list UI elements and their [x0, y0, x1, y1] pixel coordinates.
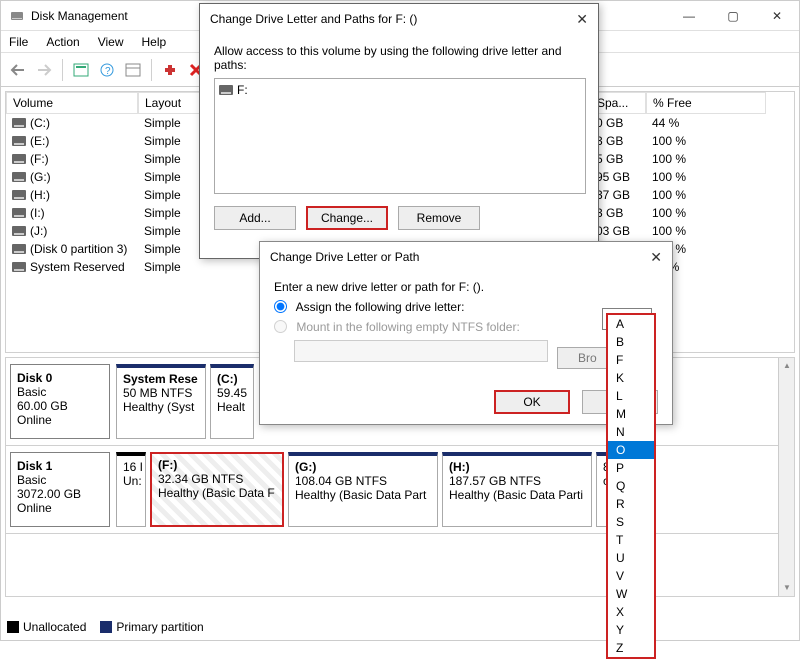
dropdown-item[interactable]: X	[608, 603, 654, 621]
drive-icon	[12, 118, 26, 128]
drive-letter-dropdown[interactable]: ABFKLMNOPQRSTUVWXYZ	[606, 313, 656, 659]
remove-button[interactable]: Remove	[398, 206, 480, 230]
change-paths-dialog: Change Drive Letter and Paths for F: () …	[199, 3, 599, 259]
forward-button[interactable]	[33, 59, 55, 81]
svg-text:?: ?	[105, 66, 111, 77]
scroll-down-icon[interactable]: ▼	[779, 580, 795, 596]
partition-f[interactable]: (F:) 32.34 GB NTFS Healthy (Basic Data F	[150, 452, 284, 527]
drive-icon	[12, 226, 26, 236]
close-button[interactable]: ✕	[755, 1, 799, 31]
back-button[interactable]	[7, 59, 29, 81]
drive-icon	[12, 136, 26, 146]
dialog-message: Allow access to this volume by using the…	[214, 44, 584, 72]
paths-listbox[interactable]: F:	[214, 78, 586, 194]
dialog-title: Change Drive Letter or Path	[270, 250, 419, 264]
drive-icon	[12, 262, 26, 272]
properties-icon[interactable]	[122, 59, 144, 81]
dropdown-item[interactable]: F	[608, 351, 654, 369]
add-button[interactable]: Add...	[214, 206, 296, 230]
drive-icon	[12, 190, 26, 200]
drive-icon	[12, 208, 26, 218]
partition-system-reserved[interactable]: System Rese 50 MB NTFS Healthy (Syst	[116, 364, 206, 439]
help-icon[interactable]: ?	[96, 59, 118, 81]
ok-button[interactable]: OK	[494, 390, 570, 414]
close-icon[interactable]: ✕	[650, 249, 662, 266]
legend: Unallocated Primary partition	[7, 620, 204, 634]
dialog-message: Enter a new drive letter or path for F: …	[274, 280, 658, 294]
dropdown-item[interactable]: W	[608, 585, 654, 603]
close-icon[interactable]: ✕	[576, 11, 588, 28]
dropdown-item[interactable]: N	[608, 423, 654, 441]
dropdown-item[interactable]: R	[608, 495, 654, 513]
dropdown-item[interactable]: K	[608, 369, 654, 387]
dropdown-item[interactable]: P	[608, 459, 654, 477]
partition-g[interactable]: (G:) 108.04 GB NTFS Healthy (Basic Data …	[288, 452, 438, 527]
drive-icon	[12, 154, 26, 164]
dropdown-item[interactable]: Q	[608, 477, 654, 495]
dropdown-item[interactable]: S	[608, 513, 654, 531]
header-layout[interactable]: Layout	[138, 92, 200, 114]
dropdown-item[interactable]: O	[608, 441, 654, 459]
dropdown-item[interactable]: B	[608, 333, 654, 351]
minimize-button[interactable]: —	[667, 1, 711, 31]
dropdown-item[interactable]: V	[608, 567, 654, 585]
partition-h[interactable]: (H:) 187.57 GB NTFS Healthy (Basic Data …	[442, 452, 592, 527]
view-volumes-icon[interactable]	[70, 59, 92, 81]
drive-icon	[12, 172, 26, 182]
drive-icon	[12, 244, 26, 254]
dropdown-item[interactable]: T	[608, 531, 654, 549]
dropdown-item[interactable]: Z	[608, 639, 654, 657]
change-button[interactable]: Change...	[306, 206, 388, 230]
menu-file[interactable]: File	[9, 35, 28, 49]
menu-action[interactable]: Action	[46, 35, 79, 49]
drive-icon	[219, 85, 233, 95]
header-free[interactable]: % Free	[646, 92, 766, 114]
dropdown-item[interactable]: Y	[608, 621, 654, 639]
app-icon	[9, 8, 25, 24]
refresh-icon[interactable]	[159, 59, 181, 81]
partition-c[interactable]: (C:) 59.45 Healt	[210, 364, 254, 439]
folder-path-field	[294, 340, 548, 362]
maximize-button[interactable]: ▢	[711, 1, 755, 31]
scroll-up-icon[interactable]: ▲	[779, 358, 795, 374]
menu-view[interactable]: View	[98, 35, 124, 49]
mount-folder-radio	[274, 320, 287, 333]
menu-help[interactable]: Help	[142, 35, 167, 49]
disk1-header[interactable]: Disk 1 Basic 3072.00 GB Online	[10, 452, 110, 527]
assign-letter-radio[interactable]	[274, 300, 287, 313]
partition-unalloc-1[interactable]: 16 I Un:	[116, 452, 146, 527]
dialog-title: Change Drive Letter and Paths for F: ()	[210, 12, 417, 26]
vertical-scrollbar[interactable]: ▲ ▼	[778, 358, 794, 596]
dropdown-item[interactable]: U	[608, 549, 654, 567]
app-title: Disk Management	[31, 9, 128, 23]
disk0-header[interactable]: Disk 0 Basic 60.00 GB Online	[10, 364, 110, 439]
header-volume[interactable]: Volume	[6, 92, 138, 114]
dropdown-item[interactable]: A	[608, 315, 654, 333]
dropdown-item[interactable]: M	[608, 405, 654, 423]
dropdown-item[interactable]: L	[608, 387, 654, 405]
